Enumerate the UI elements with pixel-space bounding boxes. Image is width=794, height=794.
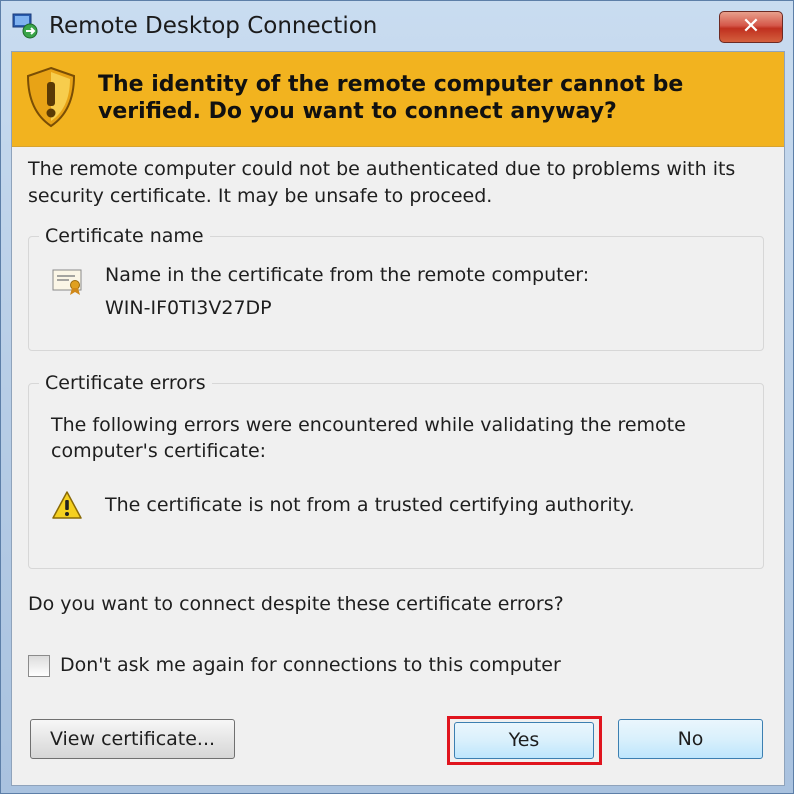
certificate-errors-group: Certificate errors The following errors … <box>28 370 764 569</box>
certificate-error-item: The certificate is not from a trusted ce… <box>105 494 635 516</box>
certificate-name-label: Certificate name <box>39 223 210 249</box>
certificate-errors-description: The following errors were encountered wh… <box>51 414 686 462</box>
rdc-dialog-window: Remote Desktop Connection ✕ The identity… <box>0 0 794 794</box>
certificate-icon <box>52 269 82 295</box>
window-title: Remote Desktop Connection <box>49 13 378 39</box>
connect-question: Do you want to connect despite these cer… <box>28 593 564 615</box>
view-certificate-button[interactable]: View certificate... <box>30 719 235 759</box>
close-button[interactable]: ✕ <box>719 11 783 43</box>
certificate-name-group: Certificate name Name in the certificate… <box>28 223 764 351</box>
warning-icon <box>52 491 82 519</box>
no-button[interactable]: No <box>618 719 763 759</box>
title-bar[interactable]: Remote Desktop Connection ✕ <box>1 1 793 51</box>
shield-warning-icon <box>26 66 76 128</box>
warning-banner: The identity of the remote computer cann… <box>12 52 784 147</box>
banner-heading: The identity of the remote computer cann… <box>98 72 684 124</box>
yes-button[interactable]: Yes <box>454 722 594 759</box>
intro-text: The remote computer could not be authent… <box>28 158 736 207</box>
certificate-name-value: WIN-IF0TI3V27DP <box>105 297 272 319</box>
remote-desktop-icon <box>12 13 38 39</box>
dialog-body: The identity of the remote computer cann… <box>11 51 785 786</box>
certificate-errors-label: Certificate errors <box>39 370 212 396</box>
dont-ask-label[interactable]: Don't ask me again for connections to th… <box>60 654 561 676</box>
dont-ask-checkbox[interactable] <box>28 655 50 677</box>
certificate-name-description: Name in the certificate from the remote … <box>105 264 590 286</box>
